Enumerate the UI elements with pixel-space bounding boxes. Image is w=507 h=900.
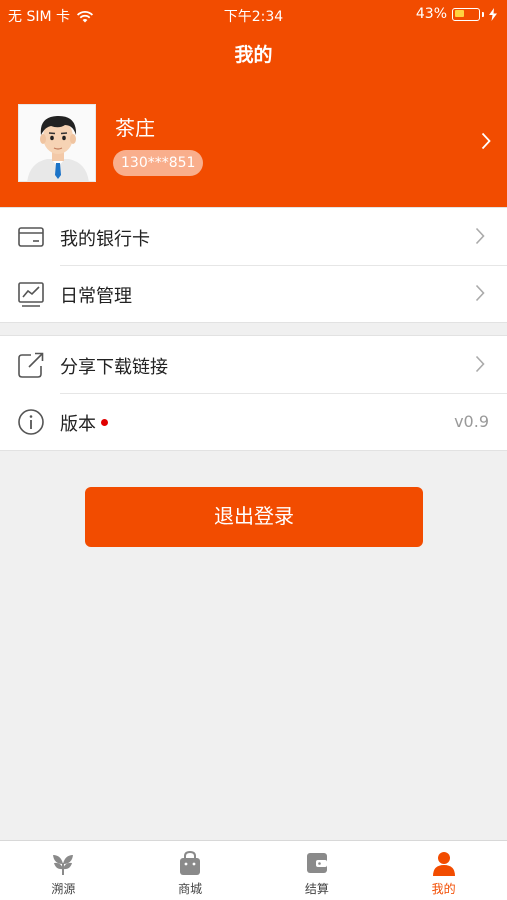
chevron-right-icon [475,355,485,373]
page-title: 我的 [234,44,273,66]
tab-settlement[interactable]: 结算 [254,841,381,900]
tab-label: 商城 [178,882,203,896]
share-icon [18,352,44,378]
chart-icon [18,282,44,307]
user-avatar-icon [19,105,95,181]
user-name: 茶庄 [115,116,155,140]
bank-card-icon [18,227,44,247]
battery-icon [452,7,480,21]
leaf-icon [53,855,74,875]
menu-item-bank-card[interactable]: 我的银行卡 [0,208,507,265]
tab-mine[interactable]: 我的 [380,841,507,900]
tab-label: 溯源 [51,882,76,896]
battery-percent: 43% [415,6,447,22]
menu-item-daily-management[interactable]: 日常管理 [0,265,507,322]
wallet-icon [306,853,327,873]
menu-item-label: 版本 [60,410,108,436]
menu-item-label: 分享下载链接 [60,357,168,378]
info-icon [18,409,44,435]
person-icon [432,852,455,876]
menu-item-label: 我的银行卡 [60,229,150,250]
new-badge [101,418,108,426]
status-bar: 无 SIM 卡 下午2:34 43% [0,0,507,28]
chevron-right-icon [475,227,485,245]
profile-card[interactable]: 茶庄 130***851 [0,100,507,186]
menu-group-account: 我的银行卡 日常管理 [0,207,507,323]
tab-mall[interactable]: 商城 [127,841,254,900]
charging-icon [489,7,497,21]
menu-group-app: 分享下载链接 版本 v0.9 [0,335,507,451]
tab-label: 我的 [431,882,456,896]
tab-bar: 溯源 商城 结算 我的 [0,840,507,900]
logout-button[interactable]: 退出登录 [85,487,423,547]
avatar [18,104,96,182]
header: 无 SIM 卡 下午2:34 43% 我的 茶庄 130***851 [0,0,507,208]
tab-traceability[interactable]: 溯源 [0,841,127,900]
user-phone: 130***851 [113,150,204,176]
chevron-right-icon [475,284,485,302]
menu-item-version[interactable]: 版本 v0.9 [0,393,507,450]
version-value: v0.9 [454,412,489,431]
tab-label: 结算 [304,882,329,896]
chevron-right-icon [481,132,491,150]
shopping-bag-icon [180,850,201,875]
menu-item-label: 日常管理 [60,286,132,307]
menu-item-share-link[interactable]: 分享下载链接 [0,336,507,393]
